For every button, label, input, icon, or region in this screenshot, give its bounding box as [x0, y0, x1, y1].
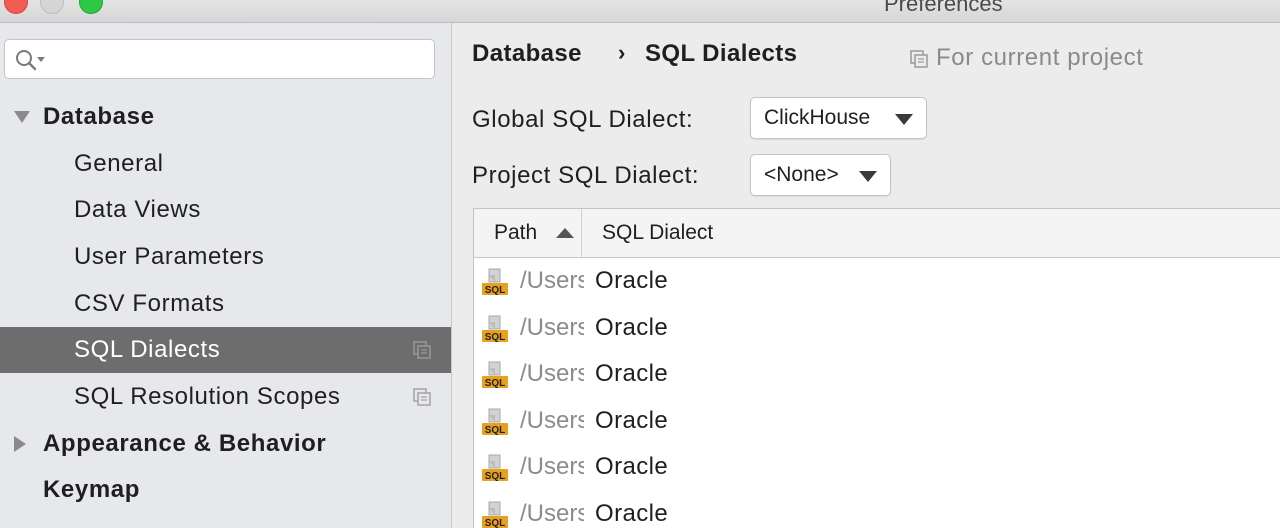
- sidebar-item-sql-resolution-scopes[interactable]: SQL Resolution Scopes: [0, 374, 451, 420]
- search-icon: [16, 50, 45, 71]
- project-scope-icon: [413, 388, 431, 406]
- sidebar-item-label: Appearance & Behavior: [43, 430, 327, 457]
- row-dialect[interactable]: Oracle: [595, 351, 668, 397]
- project-scope-icon: [910, 50, 928, 68]
- close-window-button[interactable]: [4, 0, 28, 14]
- svg-text:SQL: SQL: [485, 285, 506, 296]
- dialect-mapping-table: Path SQL Dialect SQL/Users Oracle SQL/User…: [473, 208, 1280, 528]
- row-dialect[interactable]: Oracle: [595, 305, 668, 351]
- sort-ascending-icon: [556, 228, 574, 238]
- column-header-path[interactable]: Path: [474, 209, 582, 257]
- window-title: Preferences: [884, 0, 1003, 16]
- title-bar: Preferences: [0, 0, 1280, 23]
- collapse-arrow-icon[interactable]: [14, 436, 26, 452]
- row-path: /Users: [520, 360, 584, 388]
- table-row[interactable]: SQL/Users Oracle: [474, 258, 1280, 305]
- row-dialect[interactable]: Oracle: [595, 398, 668, 444]
- project-dialect-label: Project SQL Dialect:: [472, 162, 700, 189]
- zoom-window-button[interactable]: [79, 0, 103, 14]
- project-scope-icon: [413, 341, 431, 359]
- global-dialect-value: ClickHouse: [764, 106, 871, 129]
- sidebar-item-label: Database: [43, 103, 155, 130]
- sql-file-icon: SQL: [482, 361, 508, 389]
- row-path: /Users: [520, 267, 584, 294]
- sidebar-item-sql-dialects[interactable]: SQL Dialects: [0, 327, 451, 373]
- table-row[interactable]: SQL/Users Oracle: [474, 398, 1280, 445]
- settings-search-input[interactable]: [4, 39, 435, 79]
- sql-file-icon: SQL: [482, 268, 508, 296]
- sql-file-icon: SQL: [482, 315, 508, 343]
- row-dialect[interactable]: Oracle: [595, 491, 668, 528]
- row-path: /Users: [520, 453, 584, 481]
- sidebar-item-label: Keymap: [43, 476, 140, 503]
- page-title: SQL Dialects: [645, 40, 798, 67]
- sidebar-item-label: General: [74, 150, 164, 177]
- column-header-label: SQL Dialect: [602, 221, 714, 244]
- minimize-window-button[interactable]: [40, 0, 64, 14]
- sql-file-icon: SQL: [482, 408, 508, 436]
- table-row[interactable]: SQL/Users Oracle: [474, 491, 1280, 528]
- global-dialect-label: Global SQL Dialect:: [472, 106, 694, 133]
- sidebar-item-general[interactable]: General: [0, 141, 451, 187]
- sidebar-item-database[interactable]: Database: [0, 94, 451, 140]
- sidebar-item-data-views[interactable]: Data Views: [0, 187, 451, 233]
- expand-arrow-icon[interactable]: [14, 111, 30, 123]
- svg-text:SQL: SQL: [485, 471, 506, 482]
- breadcrumb-parent[interactable]: Database: [472, 40, 582, 68]
- svg-text:SQL: SQL: [485, 425, 506, 436]
- sidebar-item-appearance-behavior[interactable]: Appearance & Behavior: [0, 421, 451, 467]
- project-dialect-select[interactable]: <None>: [750, 154, 891, 196]
- row-dialect[interactable]: Oracle: [595, 444, 668, 490]
- table-header: Path SQL Dialect: [474, 209, 1280, 258]
- row-path: /Users: [520, 406, 584, 434]
- sidebar-item-label: Data Views: [74, 196, 201, 223]
- sidebar-item-label: SQL Resolution Scopes: [74, 383, 341, 410]
- table-row[interactable]: SQL/Users Oracle: [474, 444, 1280, 491]
- svg-text:SQL: SQL: [485, 332, 506, 343]
- sidebar-item-csv-formats[interactable]: CSV Formats: [0, 281, 451, 327]
- scope-hint-label: For current project: [936, 44, 1144, 71]
- svg-text:SQL: SQL: [485, 378, 506, 389]
- settings-sidebar: Database General Data Views User Paramet…: [0, 23, 452, 528]
- sidebar-item-keymap[interactable]: Keymap: [0, 467, 451, 513]
- row-path: /Users: [520, 313, 584, 341]
- table-row[interactable]: SQL/Users Oracle: [474, 351, 1280, 398]
- breadcrumb-separator: ›: [618, 40, 626, 65]
- column-header-label: Path: [494, 221, 538, 244]
- row-dialect[interactable]: Oracle: [595, 258, 668, 304]
- row-path: /Users: [520, 500, 584, 527]
- chevron-down-icon: [895, 114, 913, 125]
- sidebar-item-user-parameters[interactable]: User Parameters: [0, 234, 451, 280]
- column-header-sql-dialect[interactable]: SQL Dialect: [602, 209, 713, 257]
- sql-file-icon: SQL: [482, 501, 508, 528]
- sidebar-item-label: CSV Formats: [74, 290, 225, 317]
- svg-text:SQL: SQL: [485, 518, 506, 528]
- global-dialect-select[interactable]: ClickHouse: [750, 97, 927, 139]
- sidebar-item-label: User Parameters: [74, 243, 265, 270]
- project-dialect-value: <None>: [764, 163, 839, 186]
- chevron-down-icon: [859, 171, 877, 182]
- sql-file-icon: SQL: [482, 454, 508, 482]
- table-row[interactable]: SQL/Users Oracle: [474, 305, 1280, 352]
- sidebar-item-label: SQL Dialects: [74, 336, 221, 363]
